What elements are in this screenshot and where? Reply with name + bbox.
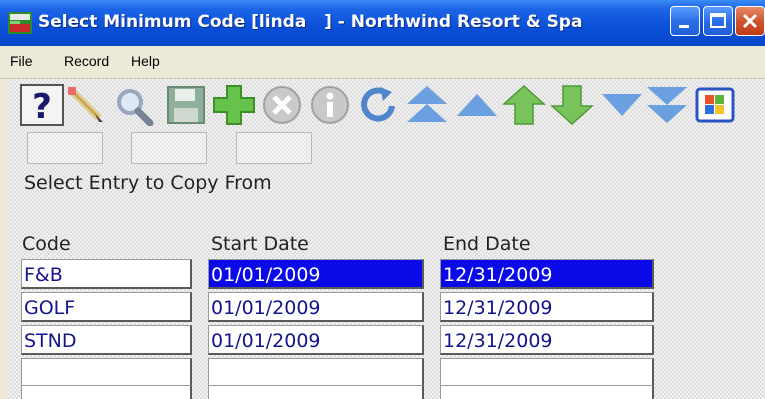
delete-icon — [263, 86, 301, 124]
last-record-button[interactable] — [645, 84, 689, 126]
previous-record-button[interactable] — [455, 84, 499, 126]
code-column-header: Code — [22, 233, 71, 255]
windows-icon — [695, 87, 735, 123]
start-date-cell[interactable]: 01/01/2009 — [208, 292, 424, 322]
end-date-column-header: End Date — [443, 233, 531, 255]
menu-help[interactable]: Help — [131, 53, 160, 69]
info-button[interactable] — [308, 84, 352, 126]
code-cell[interactable]: F&B — [21, 259, 192, 289]
maximize-icon — [710, 13, 726, 28]
down-icon — [550, 85, 594, 126]
menu-file[interactable]: File — [10, 53, 33, 69]
title-bar[interactable]: Select Minimum Code [linda ] - Northwind… — [0, 0, 765, 46]
end-date-cell[interactable]: 12/31/2009 — [440, 259, 654, 289]
close-button[interactable] — [735, 6, 765, 36]
filter-field-3[interactable] — [236, 132, 312, 164]
window-title: Select Minimum Code [linda ] - Northwind… — [38, 12, 583, 32]
maximize-button[interactable] — [703, 6, 733, 36]
move-up-button[interactable] — [502, 84, 546, 126]
left-edge — [0, 79, 9, 399]
filter-field-1[interactable] — [27, 132, 103, 164]
form-heading: Select Entry to Copy From — [24, 172, 272, 194]
start-date-cell[interactable]: 01/01/2009 — [208, 325, 424, 355]
code-cell[interactable]: STND — [21, 325, 192, 355]
add-icon — [213, 85, 255, 125]
first-record-icon — [407, 86, 447, 122]
end-date-cell[interactable] — [440, 358, 654, 388]
start-date-cell[interactable]: 01/01/2009 — [208, 259, 424, 289]
help-icon: ? — [20, 84, 64, 126]
end-date-cell[interactable] — [440, 385, 654, 399]
search-icon — [117, 89, 154, 126]
edit-button[interactable] — [65, 84, 109, 126]
minimize-button[interactable] — [670, 6, 700, 36]
start-date-column-header: Start Date — [211, 233, 309, 255]
minimize-icon — [679, 25, 689, 28]
save-button[interactable] — [165, 84, 209, 126]
code-cell[interactable]: GOLF — [21, 292, 192, 322]
start-date-cell[interactable] — [208, 385, 424, 399]
menu-bar: File Record Help — [0, 46, 765, 79]
search-button[interactable] — [110, 84, 154, 126]
help-button[interactable]: ? — [20, 84, 64, 126]
end-date-cell[interactable]: 12/31/2009 — [440, 292, 654, 322]
end-date-cell[interactable]: 12/31/2009 — [440, 325, 654, 355]
svg-text:?: ? — [32, 87, 52, 126]
info-icon — [311, 86, 349, 124]
code-cell[interactable] — [21, 385, 192, 399]
save-icon — [167, 86, 205, 124]
app-icon — [8, 12, 32, 34]
filter-field-2[interactable] — [131, 132, 207, 164]
start-date-cell[interactable] — [208, 358, 424, 388]
move-down-button[interactable] — [550, 84, 594, 126]
refresh-button[interactable] — [356, 84, 400, 126]
previous-record-icon — [457, 94, 497, 116]
edit-icon — [68, 87, 103, 122]
delete-button[interactable] — [260, 84, 304, 126]
windows-button[interactable] — [693, 84, 735, 126]
close-icon — [742, 13, 758, 29]
next-record-icon — [602, 94, 642, 116]
code-cell[interactable] — [21, 358, 192, 388]
up-icon — [502, 84, 546, 125]
refresh-icon — [361, 87, 395, 122]
next-record-button[interactable] — [600, 84, 644, 126]
menu-record[interactable]: Record — [64, 53, 109, 69]
last-record-icon — [647, 87, 687, 123]
add-button[interactable] — [212, 84, 256, 126]
first-record-button[interactable] — [405, 84, 449, 126]
